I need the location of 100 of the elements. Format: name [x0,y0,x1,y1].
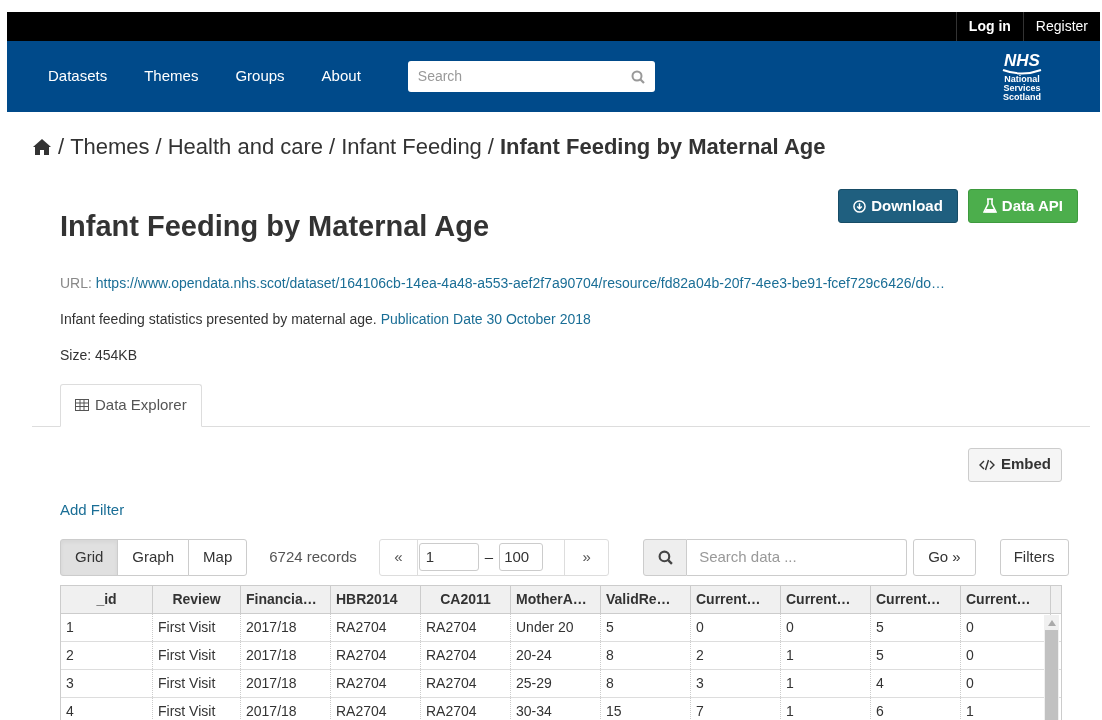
table-cell: 0 [781,613,871,641]
table-cell: 2 [691,641,781,669]
nav-link[interactable]: Themes [144,65,199,88]
logo-text: Scotland [1003,92,1041,102]
nav-link[interactable]: Datasets [48,65,108,88]
column-header[interactable]: Current… [961,585,1051,613]
breadcrumb-link[interactable]: Infant Feeding by Maternal Age [500,130,826,163]
column-header[interactable]: Current… [871,585,961,613]
view-toggle[interactable]: Graph [117,538,190,576]
url-line: URL: https://www.opendata.nhs.scot/dataset/164106cb-14ea-4a48-a553-aef2f7a90704/resource/fd82a04b-20f7-4ee3-be91-fcef729c6426/do… [60,273,946,293]
table-cell: First Visit [153,641,241,669]
table-cell: 20-24 [511,641,601,669]
column-header[interactable]: ValidRe… [601,585,691,613]
table-cell: 3 [61,669,153,697]
logo-text: Services [1003,83,1041,93]
code-icon [979,458,995,471]
column-header[interactable]: MotherA… [511,585,601,613]
table-cell: 25-29 [511,669,601,697]
table-cell: RA2704 [421,641,511,669]
table-cell: RA2704 [331,641,421,669]
table-cell: RA2704 [331,613,421,641]
table-cell: 1 [781,641,871,669]
search-placeholder: Search [417,67,463,86]
flask-icon [982,198,997,214]
table-cell: RA2704 [421,613,511,641]
column-header[interactable]: Current… [781,585,871,613]
column-header[interactable]: HBR2014 [331,585,421,613]
go-button[interactable]: Go » [913,538,976,576]
table-cell: First Visit [153,613,241,641]
table-cell: Under 20 [511,613,601,641]
next-page-button[interactable]: » [564,539,609,575]
filters-button[interactable]: Filters [999,538,1069,576]
search-icon [630,69,645,84]
download-button[interactable]: Download [838,189,958,223]
breadcrumb-separator: / [155,133,162,161]
table-cell: 5 [871,613,961,641]
view-toggle[interactable]: Map [188,538,248,576]
breadcrumb-separator: / [329,133,336,161]
nav-link[interactable]: Groups [235,65,285,88]
column-header[interactable]: CA2011 [421,585,511,613]
table-cell: 1 [781,697,871,720]
table-cell: 8 [601,669,691,697]
scrollbar[interactable] [1044,614,1059,720]
page-from-field[interactable]: 1 [418,543,479,571]
table-cell: 7 [691,697,781,720]
breadcrumb-link[interactable]: Infant Feeding [341,130,482,163]
table-cell: 2 [61,641,153,669]
table-cell: RA2704 [421,697,511,720]
table-cell: 5 [601,613,691,641]
table-cell: 6 [871,697,961,720]
page-dash: – [484,546,494,567]
download-icon [853,199,867,213]
column-header[interactable]: _id [61,585,153,613]
table-cell: 15 [601,697,691,720]
table-cell: 4 [871,669,961,697]
record-count: 6724 records [269,546,357,567]
view-toggle[interactable]: Grid [60,538,119,576]
tab[interactable]: Data Explorer [60,383,202,427]
add-filter-link[interactable]: Add Filter [60,500,125,518]
data-search-placeholder: Search data ... [699,546,797,567]
table-cell: 2017/18 [241,697,331,720]
table-cell: 2017/18 [241,641,331,669]
table-cell: 3 [691,669,781,697]
table-icon [75,399,89,411]
breadcrumb-link[interactable]: Themes [70,130,150,163]
breadcrumb-separator: / [487,133,494,161]
table-cell: RA2704 [331,669,421,697]
nhs-logo[interactable]: NHS National Services Scotland [1002,51,1042,102]
logo-text: National [1004,74,1040,84]
table-cell: 5 [871,641,961,669]
table-cell: 2017/18 [241,613,331,641]
table-cell: 1 [61,613,153,641]
column-header[interactable]: Financia… [241,585,331,613]
table-cell: 30-34 [511,697,601,720]
url-link[interactable]: https://www.opendata.nhs.scot/dataset/164106cb-14ea-4a48-a553-aef2f7a90704/resource/fd82a04b-20f7-4ee3-be91-fcef729c6426/do… [95,274,945,291]
table-cell: 4 [61,697,153,720]
size-text: Size: 454KB [60,345,139,365]
search-icon [657,549,673,565]
table-cell: 1 [781,669,871,697]
column-header[interactable]: Current… [691,585,781,613]
table-cell: First Visit [153,697,241,720]
page-to-field[interactable]: 100 [499,543,544,571]
table-cell: 8 [601,641,691,669]
embed-button[interactable]: Embed [968,447,1062,482]
home-icon[interactable] [32,137,52,156]
breadcrumb-separator: / [58,133,65,161]
column-header[interactable]: Review [153,585,241,613]
publication-link[interactable]: Publication Date 30 October 2018 [380,310,591,327]
scroll-up-icon[interactable] [1047,619,1056,626]
table-cell: 0 [691,613,781,641]
table-cell: First Visit [153,669,241,697]
description: Infant feeding statistics presented by maternal age. Publication Date 30 October 2018 [60,309,592,329]
logo-wave-icon [1002,68,1042,75]
nav-link[interactable]: About [321,65,361,88]
breadcrumb-link[interactable]: Health and care [167,130,324,163]
table-cell: 2017/18 [241,669,331,697]
table-cell: RA2704 [331,697,421,720]
table-cell: RA2704 [421,669,511,697]
prev-page-button[interactable]: « [379,539,418,575]
page-title: Infant Feeding by Maternal Age [60,209,490,244]
